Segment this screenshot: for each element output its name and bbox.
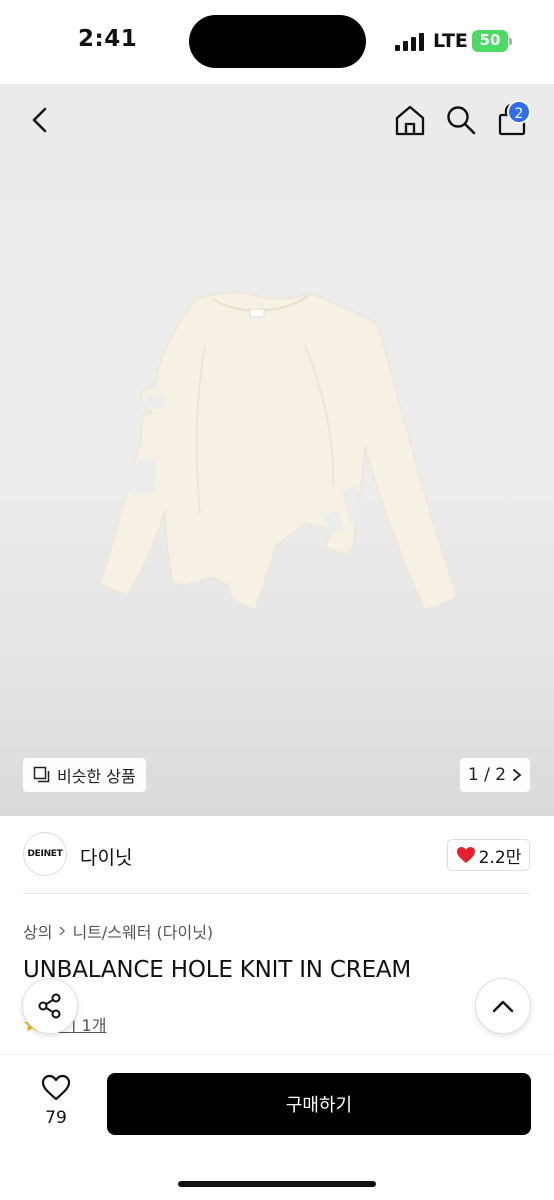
brand-like-count: 2.2만 [478, 847, 522, 868]
scroll-to-top-button[interactable] [475, 978, 531, 1034]
brand-like-button[interactable]: 2.2만 [447, 839, 530, 871]
gallery-pager-label: 1 / 2 [467, 765, 507, 785]
status-time: 2:41 [78, 26, 138, 52]
home-button[interactable] [390, 100, 430, 140]
dynamic-island [189, 15, 366, 68]
gallery-pager[interactable]: 1 / 2 [460, 758, 530, 792]
chevron-right-icon [513, 769, 522, 781]
heart-outline-icon [41, 1074, 71, 1101]
similar-products-label: 비슷한 상품 [57, 767, 136, 786]
cart-count-badge: 2 [507, 100, 531, 124]
wishlist-button[interactable]: 79 [30, 1074, 82, 1134]
network-label: LTE [433, 30, 468, 52]
brand-name[interactable]: 다이닛 [80, 843, 132, 870]
breadcrumb-item-subcategory[interactable]: 니트/스웨터 (다이닛) [72, 919, 213, 943]
home-icon [395, 105, 425, 136]
search-button[interactable] [441, 100, 481, 140]
breadcrumb-item-category[interactable]: 상의 [23, 919, 52, 943]
chevron-up-icon [492, 1000, 514, 1013]
battery-icon: 50 [472, 30, 508, 52]
share-button[interactable] [22, 978, 78, 1034]
product-image [99, 291, 455, 612]
buy-button[interactable]: 구매하기 [107, 1073, 531, 1135]
search-icon [447, 106, 476, 135]
share-icon [38, 993, 61, 1019]
home-indicator [178, 1181, 376, 1187]
similar-products-button[interactable]: 비슷한 상품 [23, 758, 146, 792]
product-title: UNBALANCE HOLE KNIT IN CREAM [23, 957, 412, 983]
chevron-left-icon [32, 107, 47, 133]
battery-level: 50 [479, 31, 501, 49]
wishlist-count: 79 [45, 1108, 67, 1128]
signal-icon [395, 33, 425, 51]
back-button[interactable] [22, 100, 58, 140]
brand-logo-text: DEINET [27, 849, 63, 859]
brand-logo[interactable]: DEINET [23, 832, 67, 876]
battery-cap [509, 38, 512, 45]
divider [23, 893, 530, 894]
heart-filled-icon [456, 847, 475, 863]
status-bar: 2:41 LTE 50 [0, 0, 554, 84]
chevron-right-icon [59, 926, 66, 936]
copy-icon [33, 766, 50, 783]
breadcrumb: 상의 니트/스웨터 (다이닛) [23, 919, 213, 943]
